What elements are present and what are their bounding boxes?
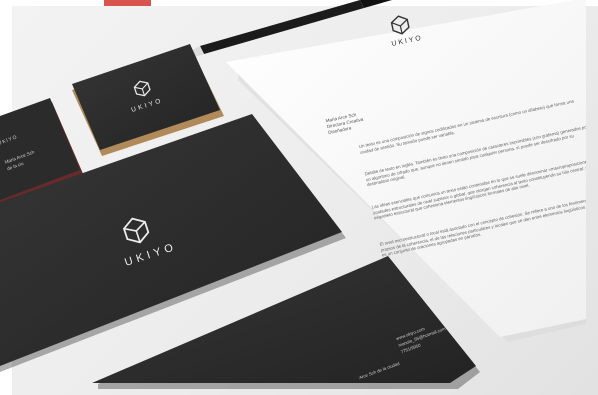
photo-stage: UKIYO Maria Arce Sch Directora Creativa … [0, 0, 598, 395]
stationery-mockup: UKIYO Maria Arce Sch Directora Creativa … [0, 0, 586, 389]
